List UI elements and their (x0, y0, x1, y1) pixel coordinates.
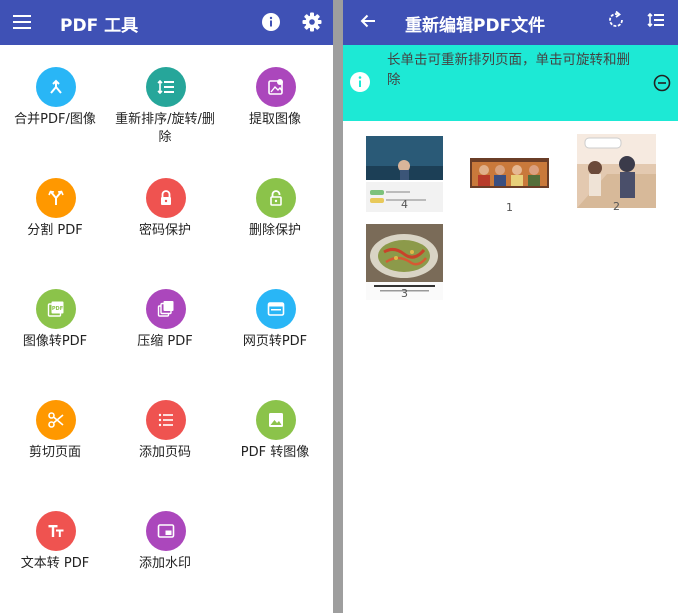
tool-label: 提取图像 (248, 112, 301, 127)
split-icon (36, 178, 76, 218)
settings-gear-icon[interactable] (301, 11, 323, 33)
menu-icon[interactable] (10, 10, 34, 34)
page-thumbnail[interactable]: 1 (470, 158, 549, 216)
page-number: 1 (506, 201, 513, 214)
page-thumbnail[interactable]: 3 (366, 224, 443, 300)
tool-add-page-numbers[interactable]: 添加页码 (110, 378, 220, 478)
info-icon (348, 70, 372, 94)
tool-label: 合并PDF/图像 (14, 112, 96, 127)
tool-image-to-pdf[interactable]: PDF 图像转PDF (0, 267, 110, 367)
tool-split-pdf[interactable]: 分割 PDF (0, 156, 110, 256)
back-arrow-icon[interactable] (357, 10, 379, 32)
rotate-icon[interactable] (605, 9, 627, 31)
watermark-icon (146, 511, 186, 551)
page-number: 4 (401, 198, 408, 211)
tool-label: 删除保护 (248, 223, 301, 238)
tools-screen: PDF 工具 合并PDF/图像 重新排序/旋转/删除 提取图像 分割 PDF 密… (0, 0, 333, 613)
tool-label: 压缩 PDF (137, 334, 193, 349)
info-icon[interactable] (260, 11, 282, 33)
scissors-icon (36, 400, 76, 440)
tool-label: 添加水印 (138, 556, 191, 571)
tool-extract-images[interactable]: 提取图像 (220, 45, 330, 145)
page-thumbnail[interactable]: 2 (577, 134, 656, 214)
page-thumbnail[interactable]: 4 (366, 136, 443, 212)
text-icon (36, 511, 76, 551)
tool-cut-pages[interactable]: 剪切页面 (0, 378, 110, 478)
tool-label: 重新排序/旋转/删除 (115, 112, 215, 145)
tool-label: 密码保护 (138, 223, 191, 238)
tool-label: 分割 PDF (27, 223, 83, 238)
app-title: PDF 工具 (60, 16, 139, 36)
tool-label: PDF 转图像 (240, 445, 310, 460)
screen-title: 重新编辑PDF文件 (405, 16, 546, 36)
tool-reorder-rotate-delete[interactable]: 重新排序/旋转/删除 (110, 45, 220, 145)
web-page-icon (256, 289, 296, 329)
tool-password-protect[interactable]: 密码保护 (110, 156, 220, 256)
tool-compress-pdf[interactable]: 压缩 PDF (110, 267, 220, 367)
tool-pdf-to-image[interactable]: PDF 转图像 (220, 378, 330, 478)
extract-image-icon (256, 67, 296, 107)
compress-icon (146, 289, 186, 329)
tool-add-watermark[interactable]: 添加水印 (110, 489, 220, 589)
tool-remove-protection[interactable]: 删除保护 (220, 156, 330, 256)
tool-label: 添加页码 (138, 445, 191, 460)
reedit-pdf-screen: 重新编辑PDF文件 长单击可重新排列页面，单击可旋转和删除 4 1 2 3 (343, 0, 678, 613)
hint-banner: 长单击可重新排列页面，单击可旋转和删除 (343, 45, 678, 121)
page-number: 3 (401, 287, 408, 300)
left-app-bar: PDF 工具 (0, 0, 333, 45)
tool-merge-pdf[interactable]: 合并PDF/图像 (0, 45, 110, 145)
unlock-icon (256, 178, 296, 218)
photo-thumbnail (470, 158, 549, 188)
right-app-bar: 重新编辑PDF文件 (343, 0, 678, 45)
merge-icon (36, 67, 76, 107)
pdf-file-icon: PDF (36, 289, 76, 329)
numbered-list-icon (146, 400, 186, 440)
lock-icon (146, 178, 186, 218)
page-number: 2 (613, 200, 620, 213)
image-icon (256, 400, 296, 440)
tool-webpage-to-pdf[interactable]: 网页转PDF (220, 267, 330, 367)
collapse-minus-icon[interactable] (651, 72, 673, 94)
svg-text:PDF: PDF (52, 306, 63, 312)
tool-label: 剪切页面 (28, 445, 81, 460)
sort-order-icon[interactable] (645, 9, 667, 31)
hint-text: 长单击可重新排列页面，单击可旋转和删除 (387, 52, 630, 88)
tool-text-to-pdf[interactable]: 文本转 PDF (0, 489, 110, 589)
reorder-icon (146, 67, 186, 107)
tool-label: 网页转PDF (242, 334, 308, 349)
photo-thumbnail (577, 134, 656, 208)
tool-label: 图像转PDF (22, 334, 88, 349)
tool-label: 文本转 PDF (20, 556, 90, 571)
